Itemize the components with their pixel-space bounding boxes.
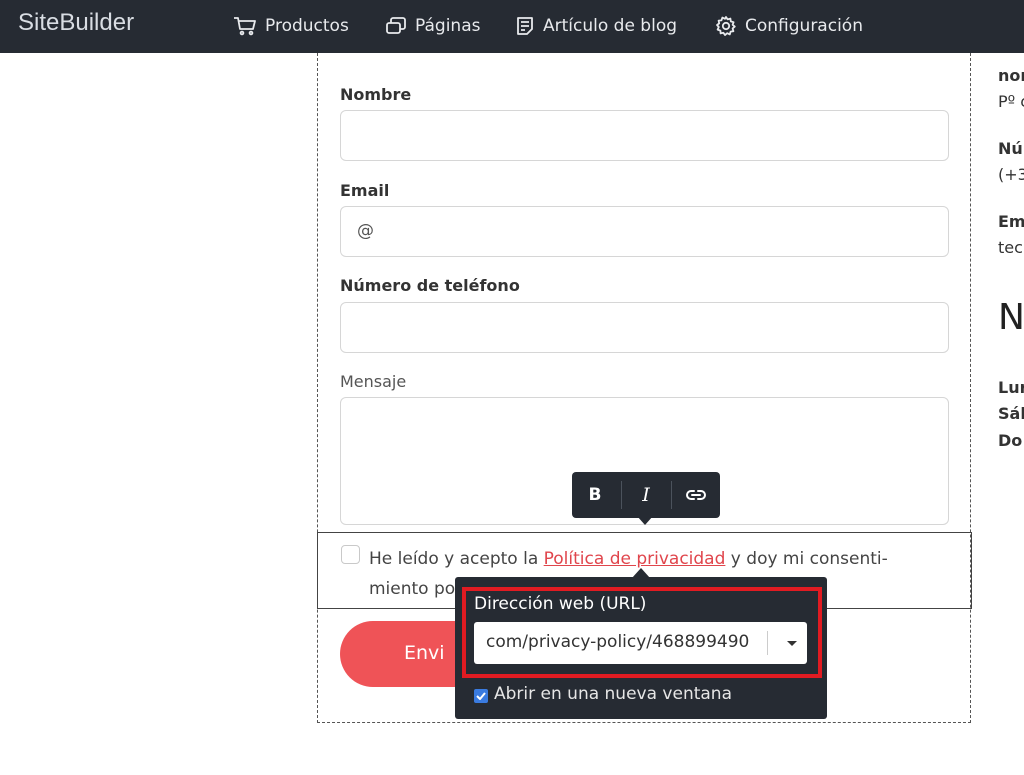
bold-icon: B [588,485,602,505]
gear-icon [716,16,736,36]
url-field-highlight [462,587,822,678]
consent-text-part: y doy mi consenti- [725,549,888,569]
hours-day: Sál [998,404,1024,423]
phone-label: Número de teléfono [340,276,520,295]
toolbar-divider [671,481,672,509]
info-text: (+3 [998,165,1024,184]
cart-icon [234,17,256,36]
info-text: nor [998,66,1024,85]
nav-item-label: Configuración [745,16,863,36]
checkmark-icon [476,692,486,700]
bold-button[interactable]: B [572,472,618,518]
info-text: Nú [998,139,1023,158]
consent-text-part: miento po [369,579,456,599]
phone-field[interactable] [340,302,949,353]
toolbar-divider [621,481,622,509]
pages-icon [386,17,406,34]
link-button[interactable] [673,472,719,518]
info-text: Em [998,212,1024,231]
link-icon [686,490,706,500]
new-window-label[interactable]: Abrir en una nueva ventana [494,684,732,704]
nav-item-label: Páginas [415,16,481,36]
consent-checkbox[interactable] [341,545,360,564]
text-format-toolbar: B I [572,472,720,518]
email-field[interactable]: @ [340,206,949,257]
nav-item-productos[interactable]: Productos [233,14,349,38]
nav-item-label: Productos [265,16,349,36]
section-heading: N [998,297,1024,338]
name-label: Nombre [340,85,412,104]
hours-day: Lur [998,378,1024,397]
privacy-policy-link[interactable]: Política de privacidad [544,549,726,569]
consent-text-part: He leído y acepto la [369,549,544,569]
nav-item-configuracion[interactable]: Configuración [715,14,863,38]
blog-icon [517,17,533,35]
send-button-label: Envi [404,642,445,664]
name-field[interactable] [340,110,949,161]
message-label: Mensaje [340,372,407,391]
brand-logo[interactable]: SiteBuilder [18,9,134,37]
nav-item-blog[interactable]: Artículo de blog [515,14,677,38]
email-label: Email [340,181,390,200]
info-text: Pº c [998,92,1024,111]
new-window-checkbox[interactable] [474,689,488,703]
top-navigation-bar: SiteBuilder Productos Páginas Artículo d… [0,0,1024,53]
toolbar-pointer [637,516,653,525]
italic-button[interactable]: I [623,472,669,518]
nav-item-paginas[interactable]: Páginas [385,14,480,38]
italic-icon: I [642,484,650,506]
info-text: tec [998,238,1023,257]
hours-day: Do [998,431,1023,450]
email-prefix: @ [357,221,374,241]
nav-item-label: Artículo de blog [543,16,678,36]
